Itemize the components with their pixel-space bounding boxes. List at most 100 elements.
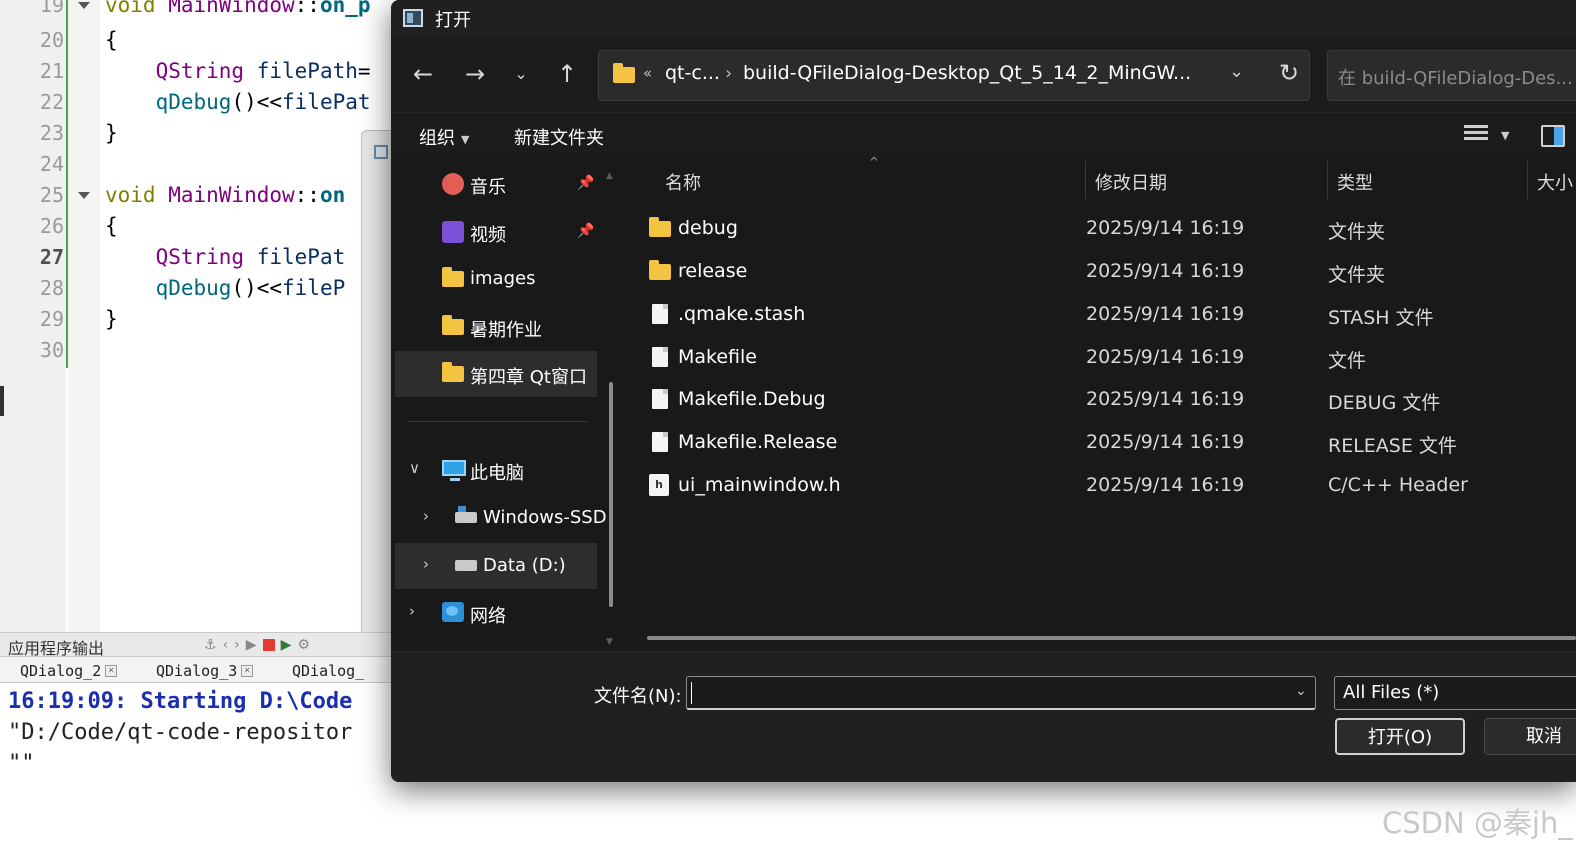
code-line[interactable]: 27 QString filePat (0, 242, 400, 273)
code-line[interactable]: 30 (0, 335, 400, 366)
quick-access-item[interactable]: 音乐 📌 (395, 161, 597, 207)
command-bar: 组织 ▼ 新建文件夹 ▼ (391, 112, 1576, 159)
debug-run-icon[interactable]: ▶ (281, 637, 292, 653)
scroll-up-icon[interactable]: ▲ (606, 171, 613, 181)
line-number: 24 (39, 152, 64, 176)
output-tab[interactable]: QDialog_2 × (20, 660, 118, 682)
refresh-icon[interactable]: ↻ (1279, 59, 1299, 87)
quick-access-item[interactable]: 第四章 Qt窗口 (395, 351, 597, 397)
file-row[interactable]: release 2025/9/14 16:19 文件夹 (643, 250, 1576, 293)
output-tab[interactable]: QDialog_3 × (156, 660, 254, 682)
search-box[interactable]: 在 build-QFileDialog-Des... (1327, 50, 1576, 101)
code-line[interactable]: 24 (0, 149, 400, 180)
output-tab-label: QDialog_3 (156, 662, 238, 680)
code-line[interactable]: 28 qDebug()<<fileP (0, 273, 400, 304)
file-row[interactable]: Makefile 2025/9/14 16:19 文件 (643, 336, 1576, 379)
close-icon[interactable]: × (241, 665, 254, 677)
gear-icon[interactable]: ⚙ (297, 637, 310, 653)
fold-toggle-icon[interactable] (78, 192, 90, 199)
column-header-type[interactable]: 类型 (1327, 159, 1527, 203)
file-row[interactable]: h ui_mainwindow.h 2025/9/14 16:19 C/C++ Hea… (643, 464, 1576, 507)
close-icon[interactable]: × (105, 665, 118, 677)
up-arrow-icon[interactable]: ↑ (553, 60, 581, 88)
play-icon[interactable]: ▶ (246, 637, 257, 653)
view-options-caret-icon[interactable]: ▼ (1501, 129, 1509, 142)
code-line[interactable]: 26 { (0, 211, 400, 242)
code-line[interactable]: 29} (0, 304, 400, 335)
dialog-footer: 文件名(N): ⌄ All Files (*) 打开(O) 取消 (391, 651, 1576, 782)
chevron-right-icon[interactable]: › (409, 602, 415, 620)
line-number: 29 (39, 307, 64, 331)
code-line[interactable]: 20 { (0, 25, 400, 56)
code-line[interactable]: 19 void MainWindow::on_p (0, 0, 400, 21)
cancel-button[interactable]: 取消 (1484, 718, 1576, 755)
code-text: { (105, 28, 118, 52)
nav-drive[interactable]: › Data (D:) (395, 543, 597, 589)
recent-locations-chevron-icon[interactable]: ⌄ (507, 60, 535, 88)
folder-icon (442, 362, 464, 382)
nav-drive[interactable]: › Windows-SSD (395, 495, 607, 541)
address-dropdown-icon[interactable]: ⌄ (1229, 61, 1244, 82)
open-button[interactable]: 打开(O) (1335, 718, 1465, 755)
output-console[interactable]: 16:19:09: Starting D:\Code "D:/Code/qt-co… (0, 683, 400, 851)
header-file-icon: h (649, 474, 669, 496)
scroll-down-icon[interactable]: ▼ (606, 637, 613, 647)
file-row[interactable]: Makefile.Release 2025/9/14 16:19 RELEASE 文… (643, 421, 1576, 464)
dialog-titlebar[interactable]: 打开 (391, 0, 1576, 38)
breadcrumb-segment-1[interactable]: qt-c... (665, 62, 720, 84)
file-icon (652, 432, 668, 452)
new-folder-button[interactable]: 新建文件夹 (514, 124, 604, 150)
quick-access-item[interactable]: images (395, 256, 597, 302)
file-icon (652, 347, 668, 367)
file-row[interactable]: .qmake.stash 2025/9/14 16:19 STASH 文件 (643, 293, 1576, 336)
nav-this-pc[interactable]: ∨ 此电脑 (395, 447, 597, 493)
chevron-right-icon[interactable]: › (234, 637, 240, 653)
organize-button[interactable]: 组织 ▼ (419, 124, 469, 150)
filetype-select[interactable]: All Files (*) (1334, 676, 1576, 710)
column-header-size[interactable]: 大小 (1527, 159, 1576, 203)
output-tab[interactable]: QDialog_ (292, 660, 364, 682)
breadcrumb-segment-2[interactable]: build-QFileDialog-Desktop_Qt_5_14_2_MinG… (743, 62, 1191, 84)
chevron-left-icon[interactable]: ‹ (223, 637, 229, 653)
back-arrow-icon[interactable]: ← (409, 60, 437, 88)
code-text: QString filePat (155, 245, 346, 269)
chevron-right-icon[interactable]: › (423, 507, 429, 525)
address-bar[interactable]: « qt-c... › build-QFileDialog-Desktop_Qt… (598, 50, 1310, 101)
quick-access-item[interactable]: 视频 📌 (395, 209, 597, 255)
code-line[interactable]: 21 QString filePath= (0, 56, 400, 87)
chevron-right-icon[interactable]: › (423, 555, 429, 573)
file-row[interactable]: Makefile.Debug 2025/9/14 16:19 DEBUG 文件 (643, 378, 1576, 421)
output-toolbar: ⚓ ‹ › ▶ ▶ ⚙ (204, 636, 310, 654)
nav-item-label: 此电脑 (470, 463, 524, 484)
nav-scrollbar[interactable]: ▲ ▼ (606, 167, 614, 647)
breadcrumb-chevron-icon[interactable]: › (725, 63, 732, 84)
code-line[interactable]: 25 void MainWindow::on (0, 180, 400, 211)
file-date: 2025/9/14 16:19 (1086, 474, 1245, 496)
attach-icon[interactable]: ⚓ (204, 637, 217, 653)
code-line[interactable]: 22 qDebug()<<filePat (0, 87, 400, 118)
horizontal-scrollbar[interactable] (647, 636, 1576, 640)
list-view-icon[interactable] (1464, 125, 1488, 147)
quick-access-item[interactable]: 暑期作业 (395, 304, 597, 350)
filename-input[interactable] (686, 676, 1316, 710)
nav-network[interactable]: › 网络 (395, 590, 597, 636)
drive-icon (455, 560, 477, 571)
file-row[interactable]: debug 2025/9/14 16:19 文件夹 (643, 207, 1576, 250)
forward-arrow-icon[interactable]: → (461, 60, 489, 88)
preview-pane-icon[interactable] (1541, 125, 1565, 147)
fold-toggle-icon[interactable] (78, 2, 90, 9)
stop-icon[interactable] (262, 639, 275, 651)
address-overflow[interactable]: « (643, 64, 652, 82)
code-line[interactable]: 23} (0, 118, 400, 149)
code-editor[interactable]: 19 void MainWindow::on_p20{21 QString fil… (0, 0, 400, 632)
line-number: 28 (39, 276, 64, 300)
folder-icon (613, 63, 635, 83)
chevron-down-icon[interactable]: ∨ (409, 459, 420, 477)
caret-down-icon: ▼ (461, 132, 470, 146)
editor-edge-marker (0, 386, 4, 416)
search-placeholder: 在 build-QFileDialog-Des... (1338, 68, 1573, 89)
filename-history-chevron-icon[interactable]: ⌄ (1295, 683, 1307, 699)
nav-scroll-thumb[interactable] (609, 382, 613, 607)
column-header-date[interactable]: 修改日期 (1085, 159, 1327, 203)
column-header-name[interactable]: 名称 (625, 159, 1085, 203)
